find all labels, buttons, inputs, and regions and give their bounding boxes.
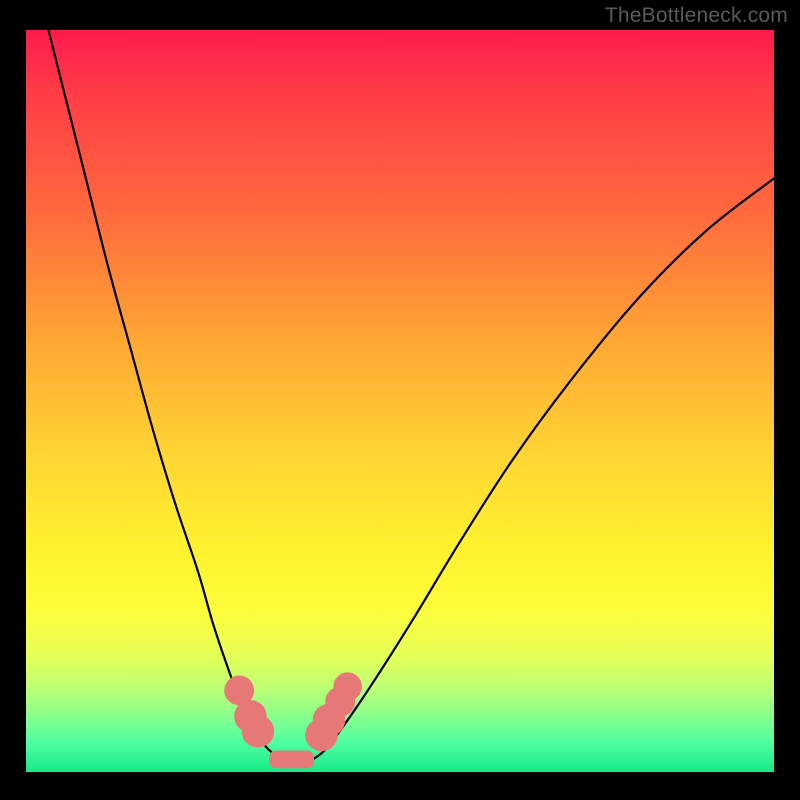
curves-svg <box>26 30 774 772</box>
valley-floor-highlight <box>269 750 314 768</box>
right-curve <box>310 178 774 760</box>
data-markers <box>225 673 362 751</box>
left-curve <box>48 30 280 761</box>
chart-frame: TheBottleneck.com <box>0 0 800 800</box>
plot-area <box>26 30 774 772</box>
data-marker <box>334 673 362 701</box>
watermark-text: TheBottleneck.com <box>605 4 788 28</box>
data-marker <box>242 715 274 747</box>
